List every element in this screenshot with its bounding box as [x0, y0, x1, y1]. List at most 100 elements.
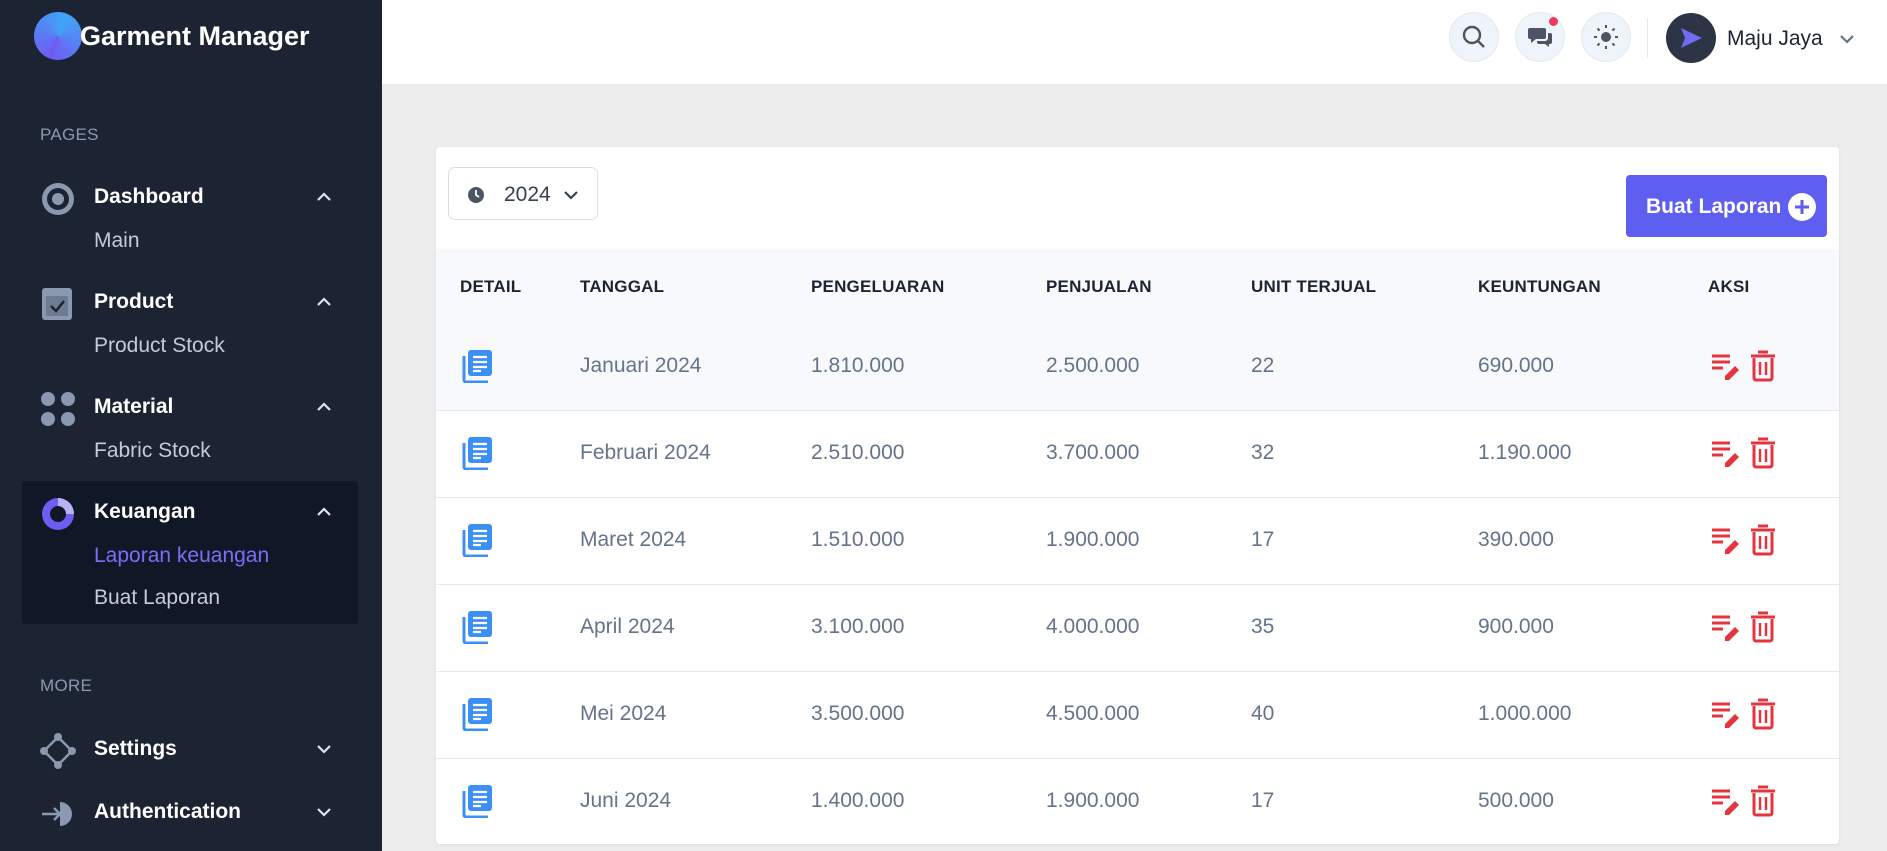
notification-dot	[1549, 17, 1558, 26]
column-header[interactable]: PENGELUARAN	[811, 277, 945, 297]
trash-icon[interactable]	[1750, 350, 1776, 382]
cell-unit: 35	[1251, 615, 1275, 638]
menu-settings: Settings	[22, 727, 358, 771]
chevron-up-icon	[317, 192, 331, 201]
dots-grid-icon	[41, 392, 75, 426]
group-label-more: MORE	[40, 676, 93, 695]
detail-list-icon[interactable]	[462, 523, 494, 557]
menu-sub-buat-laporan[interactable]: Buat Laporan	[94, 586, 220, 610]
cell-pengeluaran: 3.500.000	[811, 702, 905, 725]
trash-icon[interactable]	[1750, 524, 1776, 556]
cell-keuntungan: 900.000	[1478, 615, 1554, 638]
year-select[interactable]: 2024	[448, 167, 598, 220]
trash-icon[interactable]	[1750, 698, 1776, 730]
menu-sub-product-stock[interactable]: Product Stock	[94, 334, 225, 358]
cell-pengeluaran: 1.400.000	[811, 789, 905, 812]
edit-icon[interactable]	[1711, 352, 1741, 380]
menu-product-label: Product	[94, 290, 174, 313]
menu-settings-label: Settings	[94, 737, 177, 760]
table-row: April 2024 3.100.000 4.000.000 35 900.000	[436, 585, 1839, 672]
create-report-button[interactable]: Buat Laporan	[1626, 175, 1827, 237]
cell-keuntungan: 1.190.000	[1478, 441, 1572, 464]
sun-icon	[1594, 25, 1618, 49]
menu-authentication: Authentication	[22, 790, 358, 834]
clipboard-check-icon	[42, 288, 72, 320]
create-report-label: Buat Laporan	[1646, 195, 1782, 218]
header-divider	[1647, 18, 1648, 58]
edit-icon[interactable]	[1711, 787, 1741, 815]
cell-keuntungan: 690.000	[1478, 354, 1554, 377]
avatar[interactable]	[1666, 13, 1716, 63]
detail-list-icon[interactable]	[462, 697, 494, 731]
cell-pengeluaran: 1.510.000	[811, 528, 905, 551]
year-value: 2024	[504, 183, 551, 206]
cell-unit: 17	[1251, 789, 1275, 812]
cell-tanggal: Mei 2024	[580, 702, 667, 725]
menu-material-toggle[interactable]: Material	[22, 385, 358, 429]
clock-icon	[468, 187, 484, 203]
menu-dashboard-toggle[interactable]: Dashboard	[22, 175, 358, 219]
edit-icon[interactable]	[1711, 613, 1741, 641]
plus-circle-icon	[1788, 193, 1816, 221]
edit-icon[interactable]	[1711, 526, 1741, 554]
menu-authentication-label: Authentication	[94, 800, 241, 823]
chevron-down-icon[interactable]	[1838, 30, 1856, 48]
detail-list-icon[interactable]	[462, 349, 494, 383]
trash-icon[interactable]	[1750, 785, 1776, 817]
chevron-up-icon	[317, 297, 331, 306]
menu-settings-toggle[interactable]: Settings	[22, 727, 358, 771]
menu-product: Product Product Stock	[22, 280, 358, 370]
column-header[interactable]: PENJUALAN	[1046, 277, 1152, 297]
trash-icon[interactable]	[1750, 611, 1776, 643]
table-header: DETAIL TANGGAL PENGELUARAN PENJUALAN UNI…	[436, 249, 1839, 324]
cell-penjualan: 1.900.000	[1046, 528, 1140, 551]
pie-chart-icon	[42, 498, 74, 530]
settings-nodes-icon	[40, 733, 76, 769]
cell-pengeluaran: 1.810.000	[811, 354, 905, 377]
cell-penjualan: 4.500.000	[1046, 702, 1140, 725]
column-header[interactable]: KEUNTUNGAN	[1478, 277, 1601, 297]
menu-material-label: Material	[94, 395, 174, 418]
cell-tanggal: Juni 2024	[580, 789, 672, 812]
chat-icon	[1528, 28, 1552, 47]
menu-sub-fabric-stock[interactable]: Fabric Stock	[94, 439, 211, 463]
cell-pengeluaran: 3.100.000	[811, 615, 905, 638]
menu-keuangan: Keuangan Laporan keuangan Buat Laporan	[22, 481, 358, 624]
column-header[interactable]: UNIT TERJUAL	[1251, 277, 1376, 297]
brand[interactable]: Garment Manager	[34, 12, 310, 60]
table-row: Mei 2024 3.500.000 4.500.000 40 1.000.000	[436, 672, 1839, 759]
trash-icon[interactable]	[1750, 437, 1776, 469]
chevron-up-icon	[317, 402, 331, 411]
search-icon	[1462, 25, 1485, 48]
cell-tanggal: Januari 2024	[580, 354, 702, 377]
chevron-down-icon	[317, 808, 331, 817]
cell-unit: 40	[1251, 702, 1275, 725]
edit-icon[interactable]	[1711, 439, 1741, 467]
cell-pengeluaran: 2.510.000	[811, 441, 905, 464]
table-row: Maret 2024 1.510.000 1.900.000 17 390.000	[436, 498, 1839, 585]
table-row: Februari 2024 2.510.000 3.700.000 32 1.190.0…	[436, 411, 1839, 498]
send-arrow-icon	[1681, 28, 1702, 48]
table-row: Januari 2024 1.810.000 2.500.000 22 690.000	[436, 324, 1839, 411]
detail-list-icon[interactable]	[462, 784, 494, 818]
detail-list-icon[interactable]	[462, 436, 494, 470]
dashboard-icon	[42, 183, 74, 215]
detail-list-icon[interactable]	[462, 610, 494, 644]
column-header[interactable]: DETAIL	[460, 277, 521, 297]
user-name[interactable]: Maju Jaya	[1727, 27, 1823, 51]
menu-sub-laporan-keuangan[interactable]: Laporan keuangan	[94, 544, 269, 568]
menu-sub-main[interactable]: Main	[94, 229, 140, 253]
menu-keuangan-toggle[interactable]: Keuangan	[22, 490, 358, 534]
column-header[interactable]: TANGGAL	[580, 277, 664, 297]
cell-unit: 17	[1251, 528, 1275, 551]
menu-dashboard-label: Dashboard	[94, 185, 204, 208]
cell-penjualan: 2.500.000	[1046, 354, 1140, 377]
menu-product-toggle[interactable]: Product	[22, 280, 358, 324]
edit-icon[interactable]	[1711, 700, 1741, 728]
chevron-up-icon	[317, 507, 331, 516]
menu-authentication-toggle[interactable]: Authentication	[22, 790, 358, 834]
theme-toggle-button[interactable]	[1581, 12, 1631, 62]
column-header[interactable]: AKSI	[1708, 277, 1749, 297]
messages-button[interactable]	[1515, 12, 1565, 62]
search-button[interactable]	[1449, 12, 1499, 62]
